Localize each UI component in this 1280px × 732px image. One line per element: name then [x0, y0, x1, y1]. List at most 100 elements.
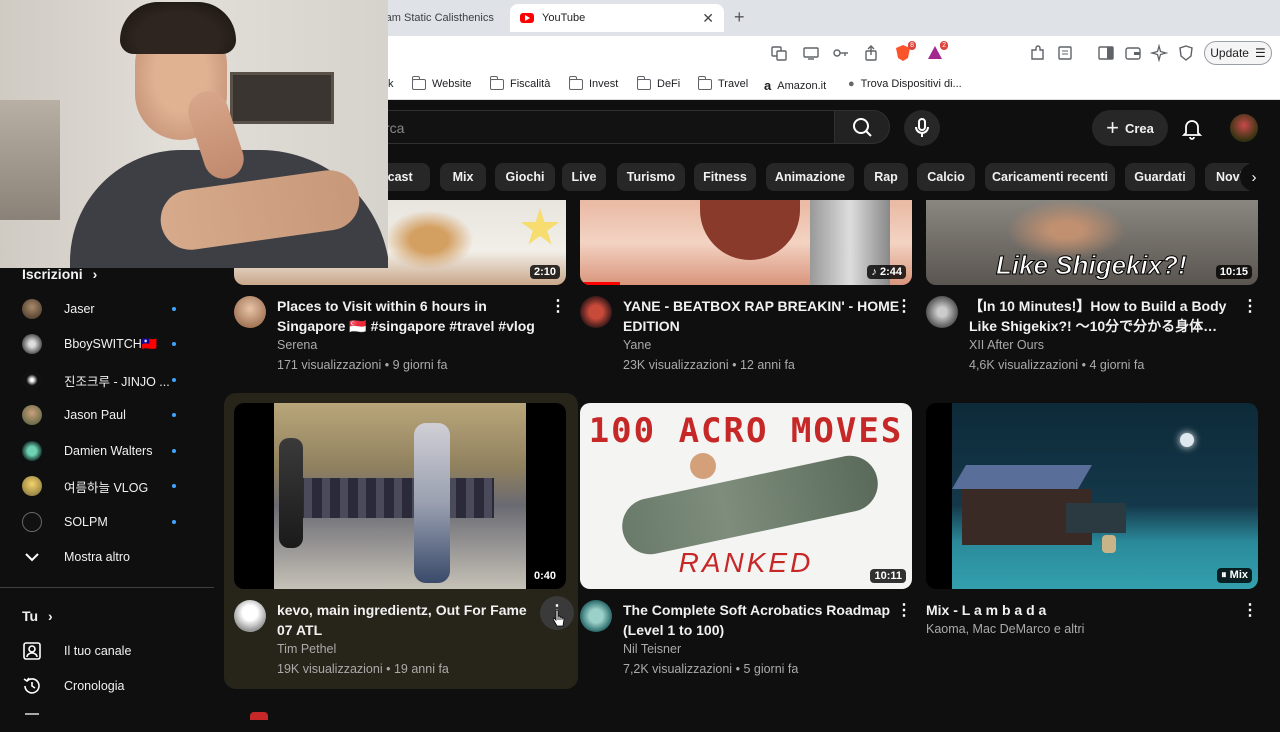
translate-icon[interactable] [770, 44, 788, 62]
video-channel[interactable]: Nil Teisner [623, 642, 681, 656]
video-channel[interactable]: Serena [277, 338, 317, 352]
voice-search-button[interactable] [904, 110, 940, 146]
sidebar-item-history[interactable]: Cronologia [22, 673, 192, 699]
video-title[interactable]: kevo, main ingredientz, Out For Fame 07 … [277, 600, 539, 640]
show-more-button[interactable]: Mostra altro [22, 544, 192, 570]
bookmark-folder-website[interactable]: Website [411, 75, 472, 90]
channel-avatar[interactable] [234, 600, 266, 632]
chip-mix[interactable]: Mix [440, 163, 486, 191]
channel-avatar[interactable] [580, 296, 612, 328]
avatar [22, 476, 42, 496]
chip-turismo[interactable]: Turismo [617, 163, 685, 191]
new-content-dot [172, 449, 176, 453]
video-title[interactable]: YANE - BEATBOX RAP BREAKIN' - HOME EDITI… [623, 296, 903, 336]
search-button[interactable] [834, 110, 890, 144]
channel-avatar[interactable] [234, 296, 266, 328]
sidebar-item-partial[interactable] [22, 706, 192, 732]
video-thumbnail[interactable]: Like Shigekix?! 10:15 [926, 200, 1258, 285]
share-icon[interactable] [862, 44, 880, 62]
sidebar-item-label: Damien Walters [64, 444, 153, 458]
reader-mode-icon[interactable] [1056, 44, 1074, 62]
sidebar-item-jason-paul[interactable]: Jason Paul [22, 402, 192, 428]
channel-avatar[interactable] [580, 600, 612, 632]
channel-avatar[interactable] [926, 296, 958, 328]
youtube-favicon-icon [520, 13, 534, 23]
sidebar-toggle-icon[interactable] [1097, 44, 1115, 62]
more-options-icon[interactable]: ⋮ [892, 296, 916, 320]
wallet-icon[interactable] [1124, 44, 1142, 62]
more-options-icon[interactable]: ⋮ [1238, 296, 1262, 320]
tab-youtube[interactable]: YouTube ✕ [510, 4, 724, 32]
video-thumbnail[interactable]: ♪ 2:44 [580, 200, 912, 285]
avatar [22, 441, 42, 461]
video-views: 171 visualizzazioni [277, 358, 382, 372]
bookmark-folder-defi[interactable]: DeFi [636, 75, 680, 90]
create-button[interactable]: + Crea [1092, 110, 1168, 146]
bookmark-amazon[interactable]: a Amazon.it [764, 78, 826, 93]
chip-caricamenti-recenti[interactable]: Caricamenti recenti [985, 163, 1115, 191]
sidebar-item-label: Jason Paul [64, 408, 126, 422]
sidebar-item-summer-sky-vlog[interactable]: 여름하늘 VLOG [22, 473, 192, 499]
video-thumbnail[interactable]: 0:40 [234, 403, 566, 589]
notifications-bell-icon[interactable] [1180, 116, 1204, 140]
chip-animazione[interactable]: Animazione [766, 163, 854, 191]
menu-icon: ☰ [1254, 46, 1266, 60]
sidebar-item-bboyswitch[interactable]: BboySWITCH🇹🇼 [22, 331, 192, 357]
video-thumbnail[interactable]: ⏸ Mix [926, 403, 1258, 589]
sidebar-item-jaser[interactable]: Jaser [22, 296, 192, 322]
close-tab-icon[interactable]: ✕ [702, 10, 714, 27]
folder-icon [636, 75, 651, 90]
bookmark-folder-fiscalita[interactable]: Fiscalità [489, 75, 550, 90]
video-channel[interactable]: Kaoma, Mac DeMarco e altri [926, 622, 1084, 636]
chip-guardati[interactable]: Guardati [1125, 163, 1195, 191]
sidebar-item-your-channel[interactable]: Il tuo canale [22, 638, 192, 664]
account-avatar[interactable] [1230, 114, 1258, 142]
chevron-right-icon[interactable]: › [1240, 163, 1268, 191]
sidebar-item-solpm[interactable]: SOLPM [22, 509, 192, 535]
rewards-count-badge: 2 [940, 41, 948, 50]
video-thumbnail[interactable]: 100 ACRO MOVES RANKED 10:11 [580, 403, 912, 589]
bookmark-folder-invest[interactable]: Invest [568, 75, 618, 90]
more-options-icon[interactable]: ⋮ [892, 600, 916, 624]
chip-rap[interactable]: Rap [864, 163, 908, 191]
video-title[interactable]: Places to Visit within 6 hours in Singap… [277, 296, 557, 336]
video-meta: 4,6K visualizzazioni • 4 giorni fa [969, 358, 1144, 372]
brave-rewards-icon[interactable]: 2 [926, 41, 948, 62]
video-title[interactable]: Mix - L a m b a d a [926, 600, 1206, 620]
new-tab-button[interactable]: + [734, 7, 745, 28]
vpn-icon[interactable] [1177, 44, 1195, 62]
folder-icon [411, 75, 426, 90]
bookmark-folder-travel[interactable]: Travel [697, 75, 748, 90]
sidebar-item-damien-walters[interactable]: Damien Walters [22, 438, 192, 464]
sidebar-item-label: 진조크루 - JINJO ... [64, 374, 170, 389]
you-heading[interactable]: Tu › [22, 608, 53, 624]
video-title[interactable]: The Complete Soft Acrobatics Roadmap (Le… [623, 600, 903, 640]
video-channel[interactable]: Tim Pethel [277, 642, 336, 656]
chip-label: Animazione [774, 170, 846, 184]
chip-live[interactable]: Live [562, 163, 606, 191]
more-options-icon[interactable]: ⋮ [1238, 600, 1262, 624]
subscriptions-heading[interactable]: Iscrizioni › [22, 266, 97, 282]
video-duration: 2:10 [529, 265, 560, 279]
sidebar-item-jinjo[interactable]: 진조크루 - JINJO ... [22, 367, 192, 393]
playlist-icon: ⏸ [1221, 569, 1230, 581]
extensions-icon[interactable] [1028, 44, 1046, 62]
video-channel[interactable]: Yane [623, 338, 651, 352]
more-options-icon[interactable]: ⋮ [546, 296, 570, 320]
avatar [22, 334, 42, 354]
chip-fitness[interactable]: Fitness [694, 163, 756, 191]
bookmark-folder[interactable]: k [388, 78, 394, 90]
video-duration: 10:15 [1215, 265, 1252, 279]
cast-icon[interactable] [802, 44, 820, 62]
key-icon[interactable] [832, 44, 850, 62]
brave-shield-icon[interactable]: 8 [894, 41, 916, 62]
shorts-icon [250, 712, 268, 720]
video-title[interactable]: 【In 10 Minutes!】How to Build a Body Like… [969, 296, 1231, 336]
leo-ai-icon[interactable] [1149, 43, 1169, 63]
update-button[interactable]: Update ☰ [1204, 41, 1272, 65]
tab-calisthenics[interactable]: ram Static Calisthenics [372, 4, 500, 32]
chip-calcio[interactable]: Calcio [917, 163, 975, 191]
video-channel[interactable]: XII After Ours [969, 338, 1044, 352]
bookmark-find-devices[interactable]: ● Trova Dispositivi di... [848, 78, 962, 90]
chip-giochi[interactable]: Giochi [495, 163, 555, 191]
